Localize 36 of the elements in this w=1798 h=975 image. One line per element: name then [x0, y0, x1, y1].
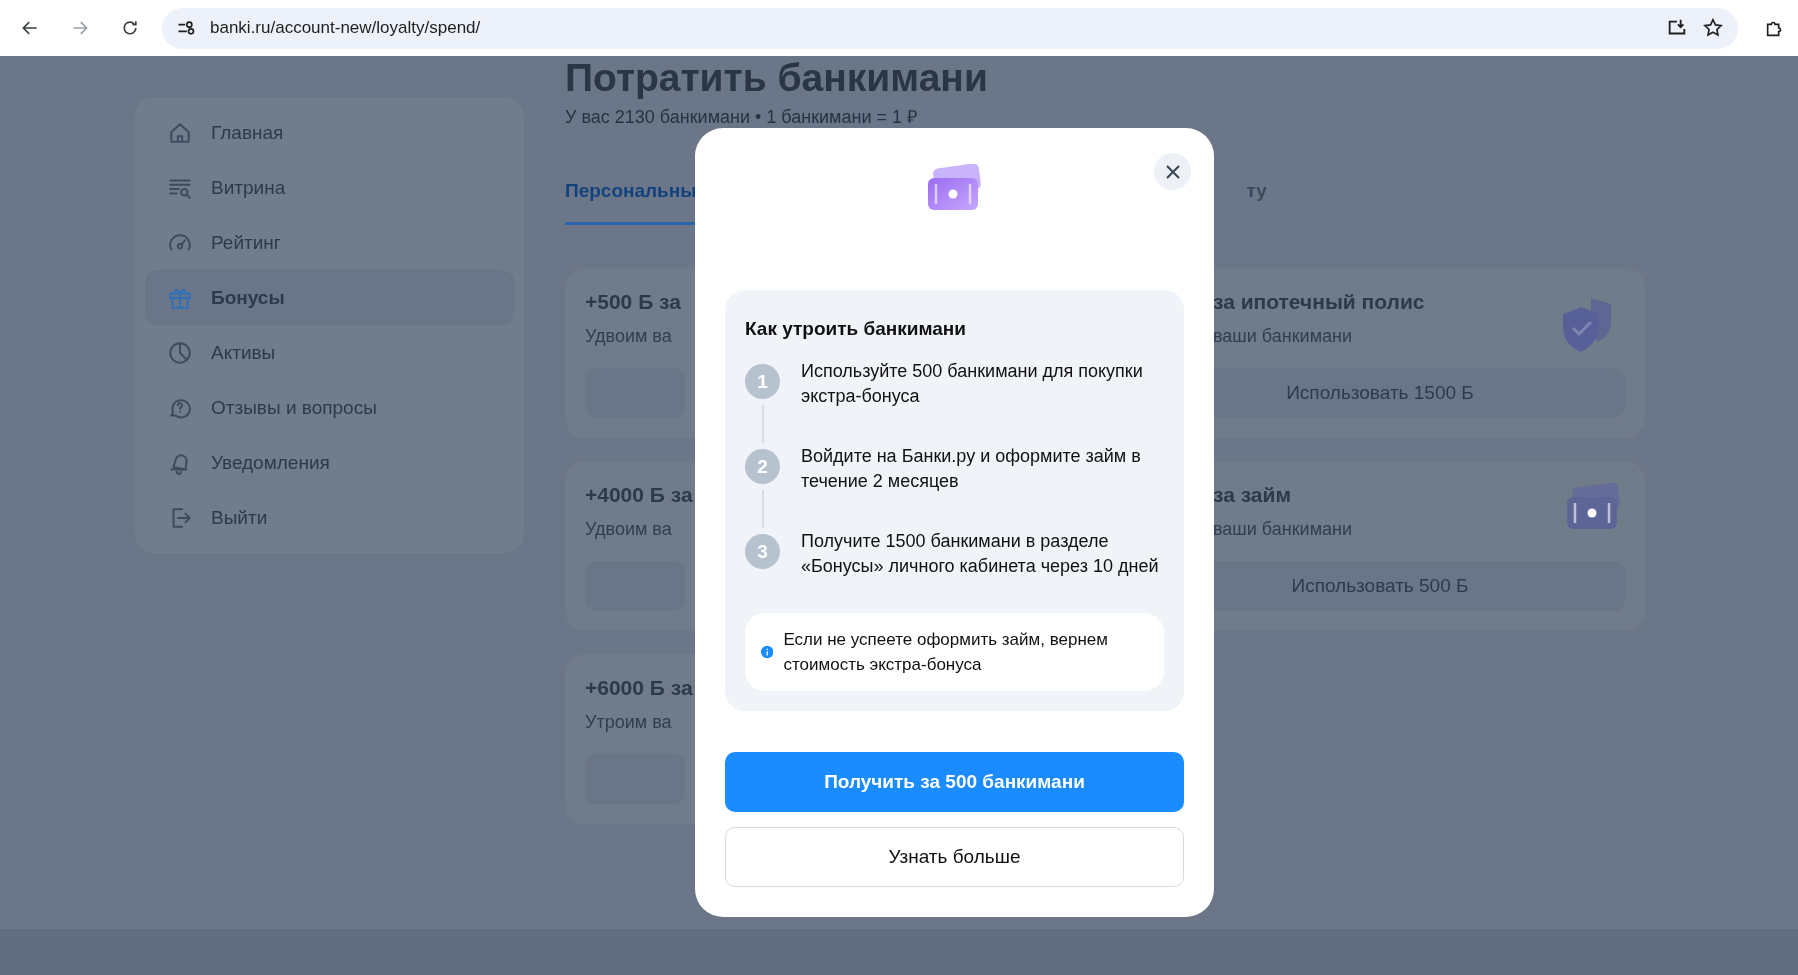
offer-title: за ипотечный полис — [1213, 290, 1425, 314]
offer-description: Утроим ва — [585, 712, 672, 733]
sidebar-item[interactable]: Рейтинг — [145, 215, 514, 270]
sidebar-item[interactable]: Выйти — [145, 490, 514, 545]
sidebar-item[interactable]: Витрина — [145, 160, 514, 215]
offer-description: ваши банкимани — [1213, 519, 1353, 540]
offer-title: +500 Б за — [585, 290, 681, 314]
reload-icon — [120, 18, 140, 38]
bookmark-star-icon[interactable] — [1702, 17, 1724, 39]
info-icon — [761, 643, 774, 661]
url-text: banki.ru/account-new/loyalty/spend/ — [210, 18, 482, 38]
info-note: Если не успеете оформить займ, вернем стоимость экстра-бонуса — [745, 613, 1164, 691]
offer-title: +4000 Б за — [585, 483, 693, 507]
sidebar-item[interactable]: Активы — [145, 325, 514, 380]
steps-title: Как утроить банкимани — [745, 318, 967, 340]
pie-chart-icon — [167, 339, 193, 366]
sidebar-item[interactable]: Главная — [145, 105, 514, 160]
address-bar[interactable]: banki.ru/account-new/loyalty/spend/ — [162, 7, 1738, 49]
step-number: 3 — [745, 534, 780, 569]
offer-description: ваши банкимани — [1213, 326, 1353, 347]
step-number: 2 — [745, 449, 780, 484]
balance-text: У вас 2130 банкимани • 1 банкимани = 1 ₽ — [565, 106, 918, 128]
step-text: Войдите на Банки.ру и оформите займ в течение 2 месяцев — [801, 445, 1142, 493]
page-title: Потратить банкимани — [565, 56, 989, 100]
sidebar-item[interactable]: Бонусы — [145, 270, 514, 325]
learn-more-button[interactable]: Узнать больше — [725, 827, 1184, 887]
site-settings-icon[interactable] — [176, 18, 196, 38]
offer-description: Удвоим ва — [585, 326, 672, 347]
close-icon — [1163, 162, 1182, 181]
offer-title: за займ — [1213, 483, 1291, 507]
get-button[interactable]: Получить за 500 банкимани — [725, 752, 1184, 812]
step-number: 1 — [745, 364, 780, 399]
offer-title: +6000 Б за — [585, 676, 693, 700]
sidebar-item[interactable]: Отзывы и вопросы — [145, 380, 514, 435]
offer-description: Удвоим ва — [585, 519, 672, 540]
sidebar-item[interactable]: Уведомления — [145, 435, 514, 490]
